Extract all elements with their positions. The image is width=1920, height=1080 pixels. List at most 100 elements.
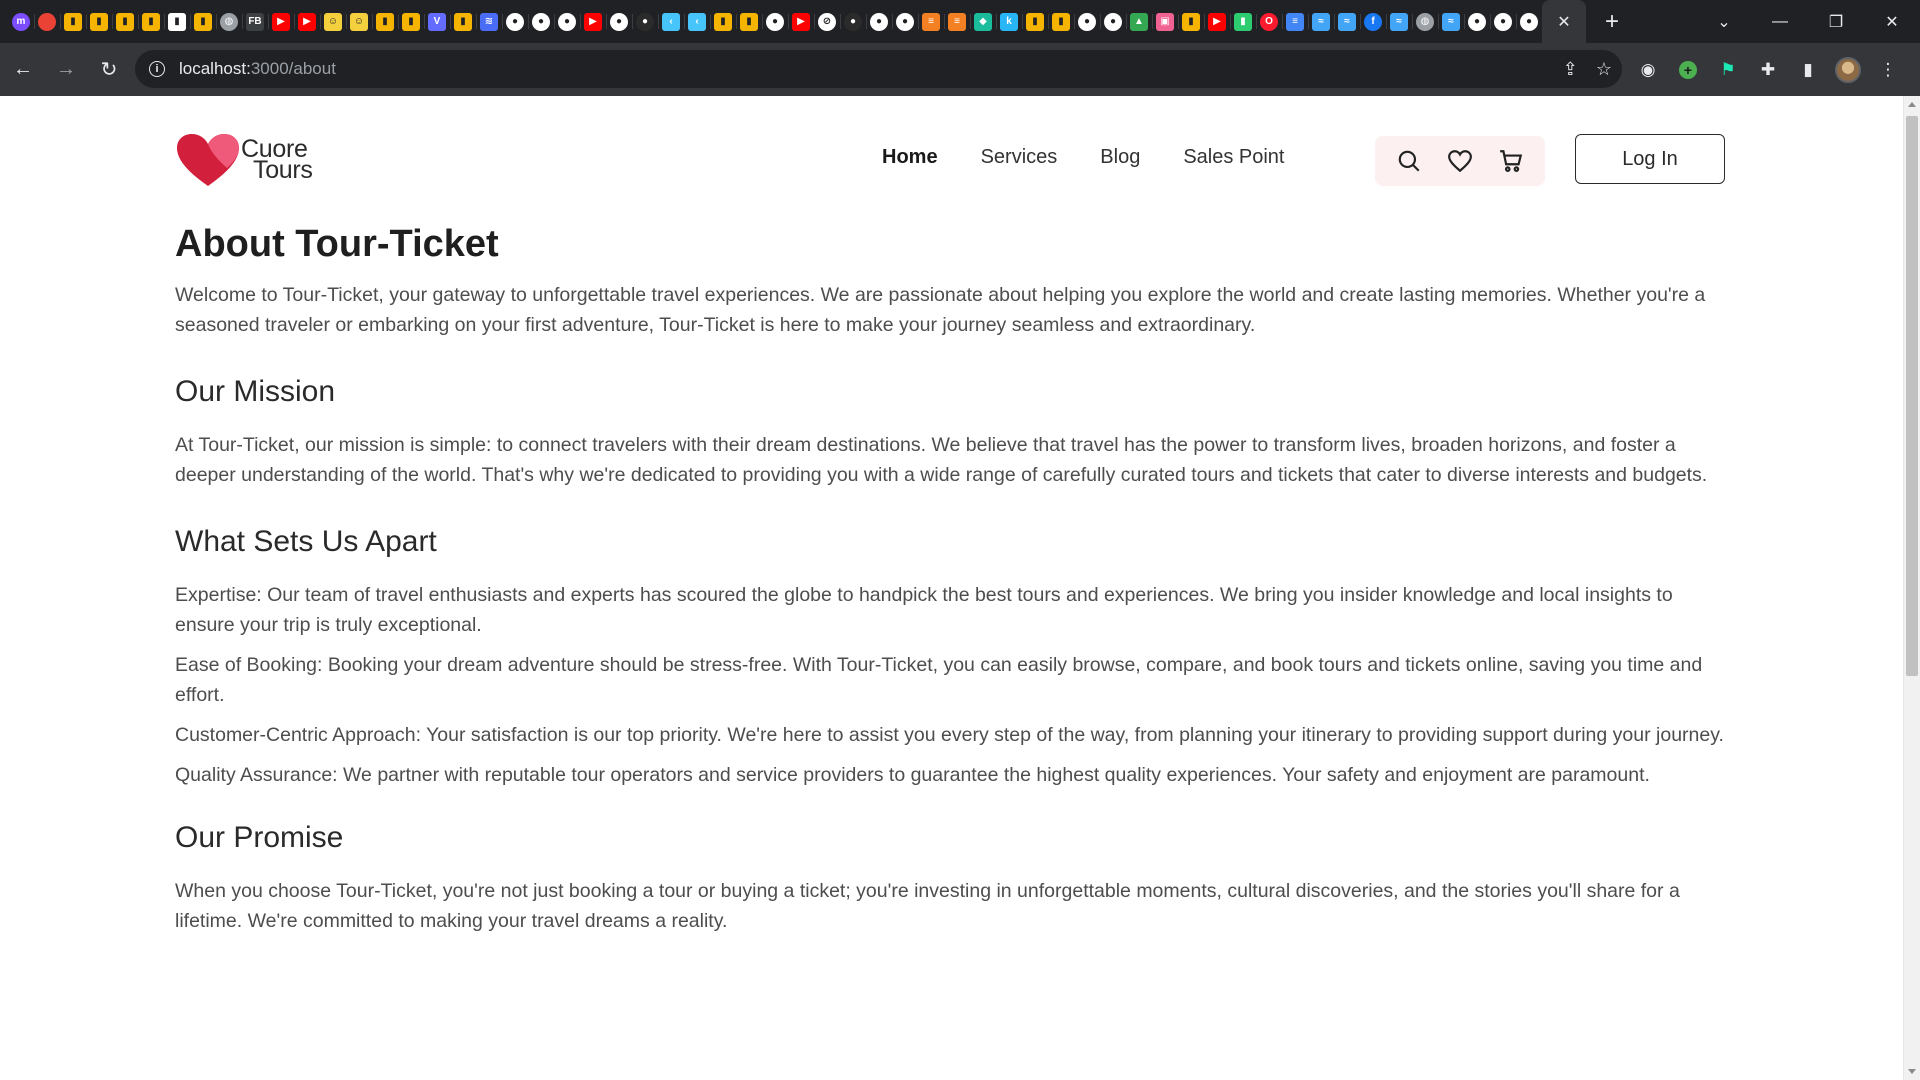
browser-tab[interactable]: O [1256, 0, 1282, 43]
browser-tab[interactable]: ≈ [1386, 0, 1412, 43]
browser-tab[interactable]: ● [840, 0, 866, 43]
site-logo[interactable]: Cuore Tours [175, 132, 313, 188]
scroll-down-arrow-icon[interactable] [1908, 1069, 1916, 1074]
browser-tab[interactable]: ▮ [710, 0, 736, 43]
browser-tab[interactable]: ▮ [372, 0, 398, 43]
browser-tab[interactable]: ▮ [190, 0, 216, 43]
browser-tab[interactable]: ● [632, 0, 658, 43]
login-button[interactable]: Log In [1575, 134, 1725, 184]
browser-tab[interactable]: FB [242, 0, 268, 43]
browser-tab[interactable]: ☺ [346, 0, 372, 43]
nav-blog[interactable]: Blog [1100, 146, 1140, 169]
profile-avatar[interactable] [1835, 56, 1861, 83]
browser-tab[interactable]: ▮ [112, 0, 138, 43]
browser-tab[interactable]: ☺ [320, 0, 346, 43]
browser-tab[interactable]: ▶ [1204, 0, 1230, 43]
github-icon: ● [1468, 12, 1486, 31]
browser-tab[interactable]: ▮ [138, 0, 164, 43]
browser-tab[interactable]: ▮ [398, 0, 424, 43]
site-info-icon[interactable]: i [149, 61, 165, 77]
nav-home[interactable]: Home [882, 146, 938, 169]
side-panel-icon[interactable]: ▮ [1795, 57, 1821, 83]
browser-tab[interactable]: V [424, 0, 450, 43]
browser-tab[interactable]: ≋ [476, 0, 502, 43]
brush-extension-icon[interactable]: ⚑ [1715, 57, 1741, 83]
browser-tab[interactable]: ▶ [268, 0, 294, 43]
address-bar[interactable]: i localhost:3000/about ⇪ ☆ [135, 50, 1622, 88]
browser-tab[interactable]: ▮ [1178, 0, 1204, 43]
browser-tab[interactable]: ◍ [1412, 0, 1438, 43]
browser-tab[interactable]: ● [528, 0, 554, 43]
browser-tab[interactable]: ‹ [684, 0, 710, 43]
active-tab[interactable]: ✕ [1542, 0, 1586, 43]
page-scrollbar[interactable] [1903, 96, 1920, 1080]
cart-icon[interactable] [1496, 146, 1526, 176]
close-window-button[interactable]: ✕ [1864, 12, 1920, 32]
browser-tab[interactable]: ● [892, 0, 918, 43]
browser-tab[interactable]: ● [1100, 0, 1126, 43]
browser-tab[interactable]: ● [606, 0, 632, 43]
restore-button[interactable]: ❐ [1808, 12, 1864, 32]
browser-tab[interactable]: ‹ [658, 0, 684, 43]
browser-tab[interactable]: k [996, 0, 1022, 43]
url-text[interactable]: localhost:3000/about [179, 59, 336, 79]
scroll-up-arrow-icon[interactable] [1908, 102, 1916, 107]
minimize-button[interactable]: — [1752, 13, 1808, 31]
browser-tab[interactable]: ◍ [216, 0, 242, 43]
browser-tab[interactable]: ▣ [1152, 0, 1178, 43]
browser-tab[interactable]: ▮ [60, 0, 86, 43]
browser-tab[interactable]: ≈ [1438, 0, 1464, 43]
dark-icon: ● [636, 12, 654, 31]
browser-tab[interactable]: ▶ [294, 0, 320, 43]
browser-tab[interactable]: ⊘ [814, 0, 840, 43]
browser-tab[interactable]: ≈ [1334, 0, 1360, 43]
github-icon: ● [506, 12, 524, 31]
browser-tab[interactable]: ▮ [1048, 0, 1074, 43]
browser-tab[interactable]: ▮ [86, 0, 112, 43]
browser-tab[interactable]: ≈ [1308, 0, 1334, 43]
browser-tab[interactable]: ● [762, 0, 788, 43]
browser-tab[interactable]: ● [1516, 0, 1542, 43]
browser-tab[interactable]: ≡ [918, 0, 944, 43]
browser-tab[interactable]: ▮ [1022, 0, 1048, 43]
forward-button[interactable]: → [46, 50, 86, 90]
browser-tab[interactable]: ● [554, 0, 580, 43]
browser-tab[interactable]: ● [866, 0, 892, 43]
new-tab-button[interactable]: + [1592, 0, 1632, 43]
browser-tab[interactable]: ● [1074, 0, 1100, 43]
globe-icon: ◍ [220, 12, 238, 31]
browser-tab[interactable]: ▮ [450, 0, 476, 43]
incognito-extension-icon[interactable]: ◉ [1635, 57, 1661, 83]
youtube-icon: ▶ [1208, 12, 1226, 31]
browser-tab[interactable]: ● [502, 0, 528, 43]
browser-tab[interactable]: ◆ [970, 0, 996, 43]
green-plus-extension-icon[interactable]: + [1675, 57, 1701, 83]
browser-tab[interactable]: ≡ [944, 0, 970, 43]
search-icon[interactable] [1394, 146, 1424, 176]
browser-tab[interactable]: ▮ [1230, 0, 1256, 43]
chrome-menu-icon[interactable]: ⋮ [1875, 57, 1901, 83]
scroll-thumb[interactable] [1906, 116, 1918, 676]
browser-tab[interactable]: ▶ [580, 0, 606, 43]
browser-tab[interactable]: ▶ [788, 0, 814, 43]
reload-button[interactable]: ↻ [89, 50, 129, 90]
bookmark-star-icon[interactable]: ☆ [1596, 59, 1612, 80]
heart-wishlist-icon[interactable] [1445, 146, 1475, 176]
nav-services[interactable]: Services [981, 146, 1058, 169]
close-tab-icon[interactable]: ✕ [1557, 12, 1570, 32]
browser-tab[interactable]: ▮ [736, 0, 762, 43]
browser-tab[interactable]: ● [1490, 0, 1516, 43]
browser-tab[interactable]: ● [1464, 0, 1490, 43]
browser-tab[interactable]: m [8, 0, 34, 43]
analytics-icon: ▮ [714, 12, 732, 31]
browser-tab[interactable]: ▮ [164, 0, 190, 43]
browser-tab[interactable]: ≡ [1282, 0, 1308, 43]
back-button[interactable]: ← [3, 50, 43, 90]
extensions-puzzle-icon[interactable]: ✚ [1755, 57, 1781, 83]
browser-tab[interactable] [34, 0, 60, 43]
share-icon[interactable]: ⇪ [1563, 59, 1578, 80]
browser-tab[interactable]: f [1360, 0, 1386, 43]
browser-tab[interactable]: ▲ [1126, 0, 1152, 43]
nav-sales-point[interactable]: Sales Point [1183, 146, 1284, 169]
tab-search-icon[interactable]: ⌄ [1696, 12, 1752, 32]
